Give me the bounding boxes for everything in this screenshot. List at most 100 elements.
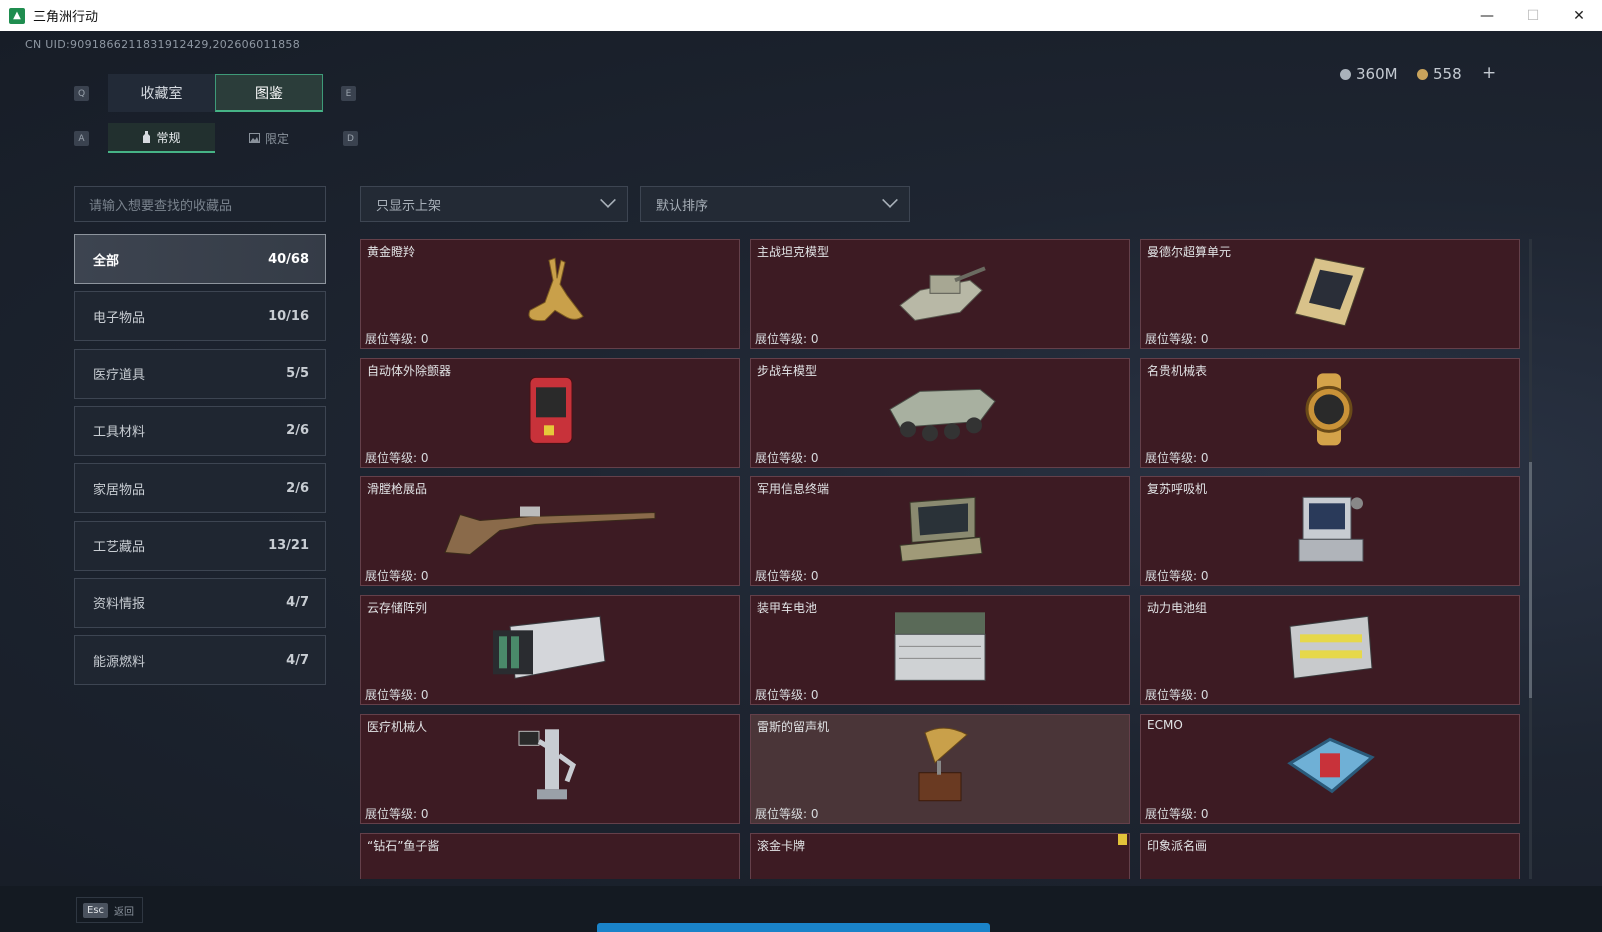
musket-icon <box>440 493 660 567</box>
collection-item-card[interactable]: 云存储阵列展位等级: 0 <box>360 595 740 706</box>
category-item[interactable]: 工艺藏品 13/21 <box>74 520 326 571</box>
user-uid: CN UID:9091866211831912429,202606011858 <box>25 38 301 51</box>
category-item[interactable]: 工具材料 2/6 <box>74 405 326 456</box>
maximize-button[interactable]: ☐ <box>1510 0 1556 31</box>
item-name: 复苏呼吸机 <box>1147 482 1208 497</box>
collection-item-card[interactable]: 滑膛枪展品 展位等级: 0 <box>360 476 740 587</box>
collection-item-card[interactable]: “钻石”鱼子酱 <box>360 832 740 879</box>
collection-item-card[interactable]: 主战坦克模型 展位等级: 0 <box>750 239 1130 349</box>
item-name: ECMO <box>1147 717 1183 732</box>
collection-grid: 黄金瞪羚 展位等级: 0 主战坦克模型 展位等级: 0 曼德尔超算单元 展位等级: 0 自动… <box>360 239 1520 879</box>
collection-item-card[interactable]: 医疗机械人展位等级: 0 <box>360 713 740 824</box>
item-name: 医疗机械人 <box>367 719 428 734</box>
shelf-filter-dropdown[interactable]: 只显示上架 <box>360 186 628 222</box>
item-level: 展位等级: 0 <box>755 450 819 465</box>
item-name: 装甲车电池 <box>757 601 818 616</box>
item-name: 黄金瞪羚 <box>367 245 416 259</box>
item-level: 展位等级: 0 <box>755 332 819 346</box>
window-title-bar: ▲ 三角洲行动 — ☐ ✕ <box>0 0 1602 31</box>
back-button[interactable]: Esc 返回 <box>76 897 144 923</box>
scrollbar-thumb[interactable] <box>1529 462 1532 698</box>
collection-item-card[interactable]: 军用信息终端 展位等级: 0 <box>750 476 1130 587</box>
app-logo-icon: ▲ <box>9 7 25 24</box>
grid-scrollbar[interactable] <box>1529 239 1532 879</box>
category-item[interactable]: 资料情报 4/7 <box>74 577 326 628</box>
silver-coin-icon <box>1340 68 1351 80</box>
item-level: 展位等级: 0 <box>1145 806 1209 821</box>
category-label: 能源燃料 <box>93 654 146 670</box>
item-name: 名贵机械表 <box>1147 363 1208 378</box>
collection-item-card[interactable]: 雷斯的留声机 展位等级: 0 <box>750 713 1130 824</box>
collection-item-card[interactable]: 滚金卡牌 <box>750 832 1130 879</box>
ventilator-icon <box>1285 488 1375 572</box>
battery-pack-icon <box>1280 606 1380 690</box>
item-level: 展位等级: 0 <box>755 806 819 821</box>
item-level: 展位等级: 0 <box>365 688 429 703</box>
item-name: 军用信息终端 <box>757 482 830 497</box>
item-level: 展位等级: 0 <box>1145 450 1209 465</box>
chevron-down-icon <box>882 192 898 208</box>
subtab-regular[interactable]: 常规 <box>108 123 215 153</box>
collection-item-card[interactable]: 曼德尔超算单元 展位等级: 0 <box>1140 239 1520 349</box>
category-count: 10/16 <box>268 308 309 324</box>
category-label: 资料情报 <box>93 597 146 613</box>
item-name: 滚金卡牌 <box>757 838 806 853</box>
collection-item-card[interactable]: 名贵机械表展位等级: 0 <box>1140 357 1520 468</box>
defibrillator-icon <box>520 369 580 453</box>
category-count: 2/6 <box>286 480 309 496</box>
category-item[interactable]: 能源燃料 4/7 <box>74 635 326 686</box>
ecmo-icon <box>1280 725 1380 809</box>
collection-item-card[interactable]: 黄金瞪羚 展位等级: 0 <box>360 239 740 349</box>
item-name: 云存储阵列 <box>367 601 428 616</box>
esc-key-hint: Esc <box>83 902 109 918</box>
item-name: 印象派名画 <box>1147 838 1208 853</box>
item-level: 展位等级: 0 <box>1145 332 1209 346</box>
category-item[interactable]: 全部 40/68 <box>74 234 326 284</box>
tab-catalog[interactable]: 图鉴 <box>215 74 323 112</box>
item-level: 展位等级: 0 <box>1145 569 1209 584</box>
collection-item-card[interactable]: 印象派名画 <box>1140 832 1520 879</box>
game-viewport: CN UID:9091866211831912429,202606011858 … <box>0 31 1602 932</box>
add-currency-button[interactable]: + <box>1482 63 1496 83</box>
chevron-down-icon <box>600 192 616 208</box>
item-name: “钻石”鱼子酱 <box>367 838 440 853</box>
subtab-limited[interactable]: 限定 <box>215 123 323 153</box>
gold-coin-icon <box>1417 68 1428 80</box>
collection-item-card[interactable]: ECMO 展位等级: 0 <box>1140 713 1520 824</box>
collection-item-card[interactable]: 步战车模型 展位等级: 0 <box>750 357 1130 468</box>
gazelle-icon <box>505 250 595 334</box>
sort-value: 默认排序 <box>656 198 709 214</box>
key-hint-q: Q <box>74 86 89 101</box>
item-level: 展位等级: 0 <box>365 806 429 821</box>
chip-icon <box>1285 248 1375 337</box>
minimize-button[interactable]: — <box>1464 0 1510 31</box>
collection-item-card[interactable]: 自动体外除颤器 展位等级: 0 <box>360 357 740 468</box>
item-level: 展位等级: 0 <box>755 569 819 584</box>
collection-search-input[interactable]: 请输入想要查找的收藏品 <box>74 186 326 222</box>
category-item[interactable]: 电子物品 10/16 <box>74 291 326 342</box>
tab-collection-room[interactable]: 收藏室 <box>108 74 215 112</box>
collection-item-card[interactable]: 复苏呼吸机展位等级: 0 <box>1140 476 1520 587</box>
category-item[interactable]: 医疗道具 5/5 <box>74 348 326 399</box>
collection-item-card[interactable]: 动力电池组展位等级: 0 <box>1140 595 1520 706</box>
item-level: 展位等级: 0 <box>365 450 429 465</box>
item-level: 展位等级: 0 <box>1145 688 1209 703</box>
sort-dropdown[interactable]: 默认排序 <box>640 186 910 222</box>
category-label: 全部 <box>93 253 120 269</box>
item-name: 滑膛枪展品 <box>367 482 428 497</box>
category-label: 电子物品 <box>93 310 146 326</box>
subtab-limited-label: 限定 <box>264 131 289 146</box>
category-item[interactable]: 家居物品 2/6 <box>74 463 326 514</box>
window-title: 三角洲行动 <box>33 10 99 25</box>
currency-silver: 360M <box>1340 65 1398 83</box>
item-name: 曼德尔超算单元 <box>1147 245 1232 259</box>
category-count: 5/5 <box>286 366 309 382</box>
item-name: 动力电池组 <box>1147 601 1208 616</box>
category-label: 工具材料 <box>93 425 146 441</box>
bottle-icon <box>143 131 151 143</box>
collection-item-card[interactable]: 装甲车电池 展位等级: 0 <box>750 595 1130 706</box>
loading-progress-bar <box>597 923 990 932</box>
currency-silver-value: 360M <box>1356 65 1398 83</box>
storage-icon <box>485 606 615 690</box>
close-button[interactable]: ✕ <box>1556 0 1602 31</box>
